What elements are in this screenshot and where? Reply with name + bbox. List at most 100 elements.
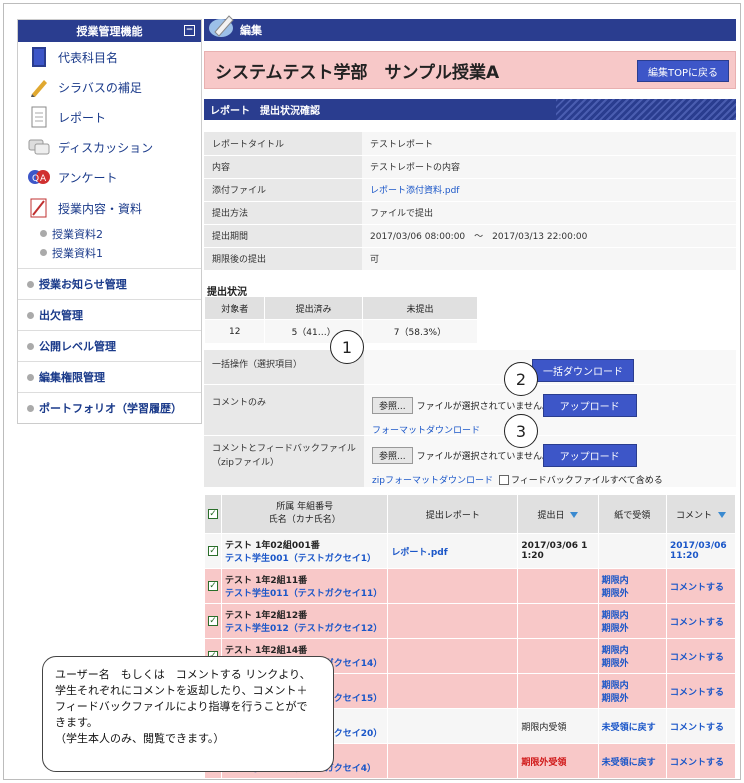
sidebar-item-label: アンケート [58, 170, 118, 185]
callout-line: 学生それぞれにコメントを返却したり、コメント＋ [55, 684, 308, 697]
paper-in-term-link[interactable]: 期限内 [602, 643, 663, 656]
student-id: テスト 1年02組001番 [225, 541, 320, 551]
sidebar-sub-item[interactable]: 授業資料1 [18, 243, 201, 262]
qa-icon: QA [28, 166, 50, 188]
info-value: ファイルで提出 [362, 201, 736, 225]
document-icon [28, 106, 50, 128]
col-header-class: 所属 年組番号 [276, 502, 334, 512]
edit-pencil-icon [207, 10, 237, 40]
table-row: ✓ テスト 1年2組11番 テスト学生011（テストガクセイ11） 期限内 期限外 … [204, 568, 736, 604]
upload-button[interactable]: アップロード [542, 394, 637, 417]
paper-in-term-link[interactable]: 期限内 [602, 608, 663, 621]
sidebar-item-course-name[interactable]: 代表科目名 [18, 42, 201, 72]
book-icon [28, 46, 50, 68]
no-file-text: ファイルが選択されていません。 [416, 452, 543, 462]
paper-in-term-link[interactable]: 期限内 [602, 573, 663, 586]
info-value: テストレポート [362, 132, 736, 156]
browse-button[interactable]: 参照... [372, 447, 413, 464]
student-name-link[interactable]: テスト学生011（テストガクセイ11） [225, 586, 384, 599]
paper-late-link[interactable]: 期限外 [602, 656, 663, 669]
row-checkbox[interactable]: ✓ [208, 545, 218, 556]
sort-icon[interactable] [570, 512, 579, 518]
info-key: レポートタイトル [204, 132, 362, 156]
col-header-comment: コメント [675, 510, 712, 521]
comment-date-link[interactable]: 2017/03/06 11:20 [666, 533, 736, 569]
student-id: テスト 1年2組12番 [225, 611, 308, 621]
col-header-paper: 紙で受領 [597, 494, 668, 534]
include-all-checkbox[interactable] [498, 474, 509, 485]
section-title: レポート 提出状況確認 [210, 106, 320, 117]
revert-receipt-link[interactable]: 未受領に戻す [597, 708, 668, 744]
format-download-link[interactable]: フォーマットダウンロード [372, 426, 480, 436]
revert-receipt-link[interactable]: 未受領に戻す [597, 743, 668, 779]
paper-late-link[interactable]: 期限外 [602, 621, 663, 634]
pencil-icon [28, 76, 50, 98]
info-value: テストレポートの内容 [362, 155, 736, 179]
zip-format-download-link[interactable]: zipフォーマットダウンロード [372, 473, 493, 486]
paper-in-term-link[interactable]: 期限内 [602, 678, 663, 691]
sidebar-link-notices[interactable]: 授業お知らせ管理 [18, 268, 201, 299]
info-key: 提出期間 [204, 224, 362, 248]
marker-3: 3 [504, 414, 538, 448]
upload-button[interactable]: アップロード [542, 444, 637, 467]
row-checkbox[interactable]: ✓ [208, 580, 218, 591]
col-header-date: 提出日 [537, 510, 565, 521]
info-row: 提出方法 ファイルで提出 [204, 201, 736, 225]
folder-icon [28, 197, 50, 219]
info-key: 提出方法 [204, 201, 362, 225]
info-key: 内容 [204, 155, 362, 179]
bulk-download-button[interactable]: 一括ダウンロード [532, 359, 634, 382]
sidebar-item-label: ディスカッション [58, 140, 154, 155]
report-file-link[interactable]: レポート.pdf [391, 548, 447, 558]
svg-text:A: A [40, 174, 47, 184]
status-value: 12 [203, 319, 266, 344]
row-checkbox[interactable]: ✓ [208, 615, 218, 626]
paper-late-link[interactable]: 期限外 [602, 691, 663, 704]
comment-link[interactable]: コメントする [666, 743, 736, 779]
feedback-label: コメントとフィードバックファイル （zipファイル） [204, 436, 364, 487]
info-key: 期限後の提出 [204, 247, 362, 271]
sidebar-item-survey[interactable]: QA アンケート [18, 162, 201, 192]
table-header-row: ✓ 所属 年組番号 氏名（カナ氏名） 提出レポート 提出日 紙で受領 コメント [204, 494, 736, 534]
back-to-edit-top-button[interactable]: 編集TOPに戻る [636, 60, 729, 82]
sidebar-item-discussion[interactable]: ディスカッション [18, 132, 201, 162]
paper-status: 期限内受領 [517, 708, 599, 744]
comment-link[interactable]: コメントする [666, 708, 736, 744]
collapse-icon[interactable]: − [184, 25, 195, 36]
sidebar-title: 授業管理機能 [76, 25, 143, 38]
feedback-label-line1: コメントとフィードバックファイル [212, 444, 356, 454]
comment-row: コメントのみ 参照... ファイルが選択されていません。 アップロード フォーマ… [204, 385, 736, 436]
info-key: 添付ファイル [204, 178, 362, 202]
student-name-link[interactable]: テスト学生012（テストガクセイ12） [225, 621, 384, 634]
info-value: 2017/03/06 08:00:00 ～ 2017/03/13 22:00:0… [362, 224, 736, 248]
callout-line: きます。 [55, 716, 98, 729]
student-name-link[interactable]: テスト学生001（テストガクセイ1） [225, 551, 384, 564]
sidebar-sub-item[interactable]: 授業資料2 [18, 224, 201, 243]
status-header: 未提出 [361, 296, 479, 320]
sidebar-link-attendance[interactable]: 出欠管理 [18, 299, 201, 330]
sidebar-item-label: 授業内容・資料 [58, 201, 143, 216]
comment-link[interactable]: コメントする [666, 673, 736, 709]
sidebar-link-portfolio[interactable]: ポートフォリオ（学習履歴） [18, 392, 201, 423]
comment-link[interactable]: コメントする [666, 568, 736, 604]
browse-button[interactable]: 参照... [372, 397, 413, 414]
sort-icon[interactable] [718, 512, 726, 518]
col-header-name: 氏名（カナ氏名） [268, 515, 341, 525]
comment-link[interactable]: コメントする [666, 638, 736, 674]
sidebar-item-materials[interactable]: 授業内容・資料 [18, 192, 201, 224]
window-frame: 授業管理機能 − 代表科目名 シラバスの補足 レポート ディスカッション QA … [3, 3, 741, 780]
status-value: 7（58.3%） [361, 319, 479, 344]
edit-header-bar: 編集 [204, 19, 736, 41]
attachment-link[interactable]: レポート添付資料.pdf [370, 186, 459, 196]
sidebar-link-permissions[interactable]: 編集権限管理 [18, 361, 201, 392]
student-id: テスト 1年2組11番 [225, 576, 308, 586]
chat-icon [28, 136, 50, 158]
sidebar-item-syllabus[interactable]: シラバスの補足 [18, 72, 201, 102]
sidebar-link-visibility[interactable]: 公開レベル管理 [18, 330, 201, 361]
sidebar-item-report[interactable]: レポート [18, 102, 201, 132]
course-title: システムテスト学部 サンプル授業A [215, 62, 500, 83]
select-all-checkbox[interactable]: ✓ [208, 508, 218, 519]
info-row: 提出期間 2017/03/06 08:00:00 ～ 2017/03/13 22:… [204, 224, 736, 248]
paper-late-link[interactable]: 期限外 [602, 586, 663, 599]
comment-link[interactable]: コメントする [666, 603, 736, 639]
